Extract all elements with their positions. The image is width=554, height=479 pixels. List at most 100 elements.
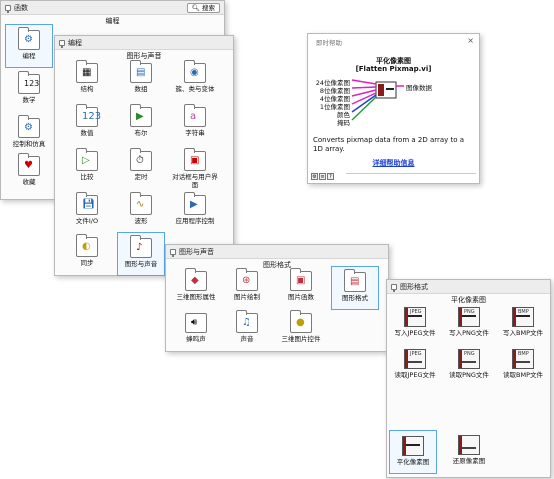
picture-functions-icon: ▣ [290, 268, 312, 291]
item-label: 波形 [134, 217, 148, 225]
palette-item-3d-properties[interactable]: ◆ 三维图形属性 [172, 266, 220, 310]
help-name-en: [Flatten Pixmap.vi] [355, 65, 432, 73]
item-label: 平化像素图 [396, 458, 430, 466]
palette-item-sync[interactable]: ◐ 同步 [63, 232, 111, 276]
item-label: 读取PNG文件 [449, 371, 489, 379]
item-label: 图形格式 [342, 294, 368, 302]
functions-title: 函数 [14, 3, 28, 12]
item-label: 结构 [80, 85, 94, 93]
item-label: 三维图片控件 [281, 335, 321, 343]
question-icon[interactable]: ? [327, 173, 334, 180]
list-icon[interactable]: ≡ [319, 173, 326, 180]
item-label: 字符串 [185, 129, 205, 137]
palette-item-sound[interactable]: ♫ 声音 [223, 308, 271, 352]
app-control-icon: ▶ [184, 192, 206, 215]
control-sim-icon: ⚙ [18, 115, 40, 138]
pin-icon[interactable] [170, 248, 176, 257]
file-io-icon: 💾︎ [76, 192, 98, 215]
item-label: 图片函数 [288, 293, 314, 301]
context-help-window: 即时帮助 × 平化像素图 [Flatten Pixmap.vi] 24位像素图 … [307, 33, 480, 184]
palette-item-read-bmp[interactable]: BMP 读取BMP文件 [497, 344, 549, 388]
dialog-ui-icon: ▣ [184, 148, 206, 171]
palette-item-picture-plot[interactable]: ⊛ 图片绘制 [223, 266, 271, 310]
palette-item-comparison[interactable]: ▷ 比较 [63, 146, 111, 190]
string-icon: a [184, 104, 206, 127]
cluster-icon: ◉ [184, 60, 206, 83]
close-icon[interactable]: × [467, 36, 474, 45]
search-button[interactable]: 🔍︎ 搜索 [186, 3, 220, 13]
item-label: 图形与声音 [124, 260, 158, 268]
item-label: 布尔 [134, 129, 148, 137]
picture-plot-icon: ⊛ [236, 268, 258, 291]
horizontal-scrollbar[interactable] [346, 173, 476, 180]
item-label: 写入JPEG文件 [394, 329, 436, 337]
palette-item-timing[interactable]: ⏱ 定时 [117, 146, 165, 190]
item-label: 数组 [134, 85, 148, 93]
graphics-sound-titlebar: 图形与声音 [166, 245, 388, 259]
comparison-icon: ▷ [76, 148, 98, 171]
palette-item-write-jpeg[interactable]: JPEG 写入JPEG文件 [389, 302, 441, 346]
search-icon: 🔍︎ [191, 4, 200, 12]
programming-title: 编程 [68, 38, 82, 47]
palette-item-app-control[interactable]: ▶ 应用程序控制 [171, 190, 219, 234]
3d-properties-icon: ◆ [185, 268, 207, 291]
palette-item-graphics-formats[interactable]: ▤ 图形格式 [331, 266, 379, 310]
sidebar-item-programming[interactable]: ⚙ 编程 [5, 24, 53, 68]
structures-icon: ▦ [76, 60, 98, 83]
help-title: 即时帮助 [316, 39, 342, 47]
palette-item-beep[interactable]: 🔊︎ 蜂鸣声 [172, 308, 220, 352]
graphics-sound-icon: ♪ [130, 235, 152, 258]
palette-item-unflatten-pixmap[interactable]: 还原像素图 [443, 430, 495, 474]
graphics-sound-title: 图形与声音 [179, 247, 214, 256]
flatten-pixmap-icon [402, 436, 424, 456]
search-label: 搜索 [202, 4, 215, 12]
item-label: 数值 [80, 129, 94, 137]
unflatten-pixmap-icon [458, 435, 480, 455]
item-label: 写入PNG文件 [449, 329, 489, 337]
item-label: 三维图形属性 [176, 293, 216, 301]
item-label: 对话框与用户界面 [172, 173, 218, 189]
item-label: 声音 [240, 335, 254, 343]
help-description: Converts pixmap data from a 2D array to … [313, 136, 465, 153]
palette-item-read-jpeg[interactable]: JPEG 读取JPEG文件 [389, 344, 441, 388]
item-label: 读取BMP文件 [503, 371, 543, 379]
write-bmp-icon: BMP [512, 307, 534, 327]
palette-item-waveform[interactable]: ∿ 波形 [117, 190, 165, 234]
palette-item-numeric[interactable]: 123 数值 [63, 102, 111, 146]
sidebar-item-math[interactable]: 123 数学 [5, 69, 53, 113]
palette-item-array[interactable]: ▤ 数组 [117, 58, 165, 102]
terminal-output-image-data: 图像数据 [406, 84, 432, 92]
palette-item-string[interactable]: a 字符串 [171, 102, 219, 146]
palette-item-dialog-ui[interactable]: ▣ 对话框与用户界面 [171, 146, 219, 190]
item-label: 图片绘制 [234, 293, 260, 301]
palette-item-write-png[interactable]: PNG 写入PNG文件 [443, 302, 495, 346]
pin-icon[interactable] [5, 4, 11, 13]
palette-item-3d-picture-control[interactable]: ● 三维图片控件 [277, 308, 325, 352]
palette-item-cluster[interactable]: ◉ 簇、类与变体 [171, 58, 219, 102]
palette-item-flatten-pixmap[interactable]: 平化像素图 [389, 430, 437, 474]
sidebar-item-favorites[interactable]: ♥ 收藏 [5, 151, 53, 195]
palette-item-write-bmp[interactable]: BMP 写入BMP文件 [497, 302, 549, 346]
item-label: 蜂鸣声 [186, 335, 206, 343]
palette-item-graphics-sound[interactable]: ♪ 图形与声音 [117, 232, 165, 276]
graphics-sound-palette: 图形与声音 图形格式 ◆ 三维图形属性 ⊛ 图片绘制 ▣ 图片函数 ▤ 图形格式… [165, 244, 389, 352]
sidebar-label: 控制和仿真 [12, 140, 46, 148]
pin-icon[interactable] [391, 283, 397, 292]
item-label: 写入BMP文件 [503, 329, 543, 337]
palette-item-picture-functions[interactable]: ▣ 图片函数 [277, 266, 325, 310]
sidebar-label: 编程 [22, 52, 36, 60]
read-bmp-icon: BMP [512, 349, 534, 369]
item-label: 定时 [134, 173, 148, 181]
pin-icon[interactable] [59, 39, 65, 48]
palette-item-structures[interactable]: ▦ 结构 [63, 58, 111, 102]
graphics-formats-title: 图形格式 [400, 282, 428, 291]
palette-item-file-io[interactable]: 💾︎ 文件I/O [63, 190, 111, 234]
programming-palette: 编程 图形与声音 ▦ 结构 ▤ 数组 ◉ 簇、类与变体 123 数值 ▶ 布尔 … [54, 35, 234, 276]
settings-icon[interactable]: ⚙ [311, 173, 318, 180]
graphics-formats-titlebar: 图形格式 [387, 280, 550, 294]
palette-item-boolean[interactable]: ▶ 布尔 [117, 102, 165, 146]
detailed-help-link[interactable]: 详细帮助信息 [308, 158, 479, 168]
item-label: 读取JPEG文件 [394, 371, 436, 379]
palette-item-read-png[interactable]: PNG 读取PNG文件 [443, 344, 495, 388]
graphics-formats-palette: 图形格式 平化像素图 JPEG 写入JPEG文件 PNG 写入PNG文件 BMP… [386, 279, 551, 478]
